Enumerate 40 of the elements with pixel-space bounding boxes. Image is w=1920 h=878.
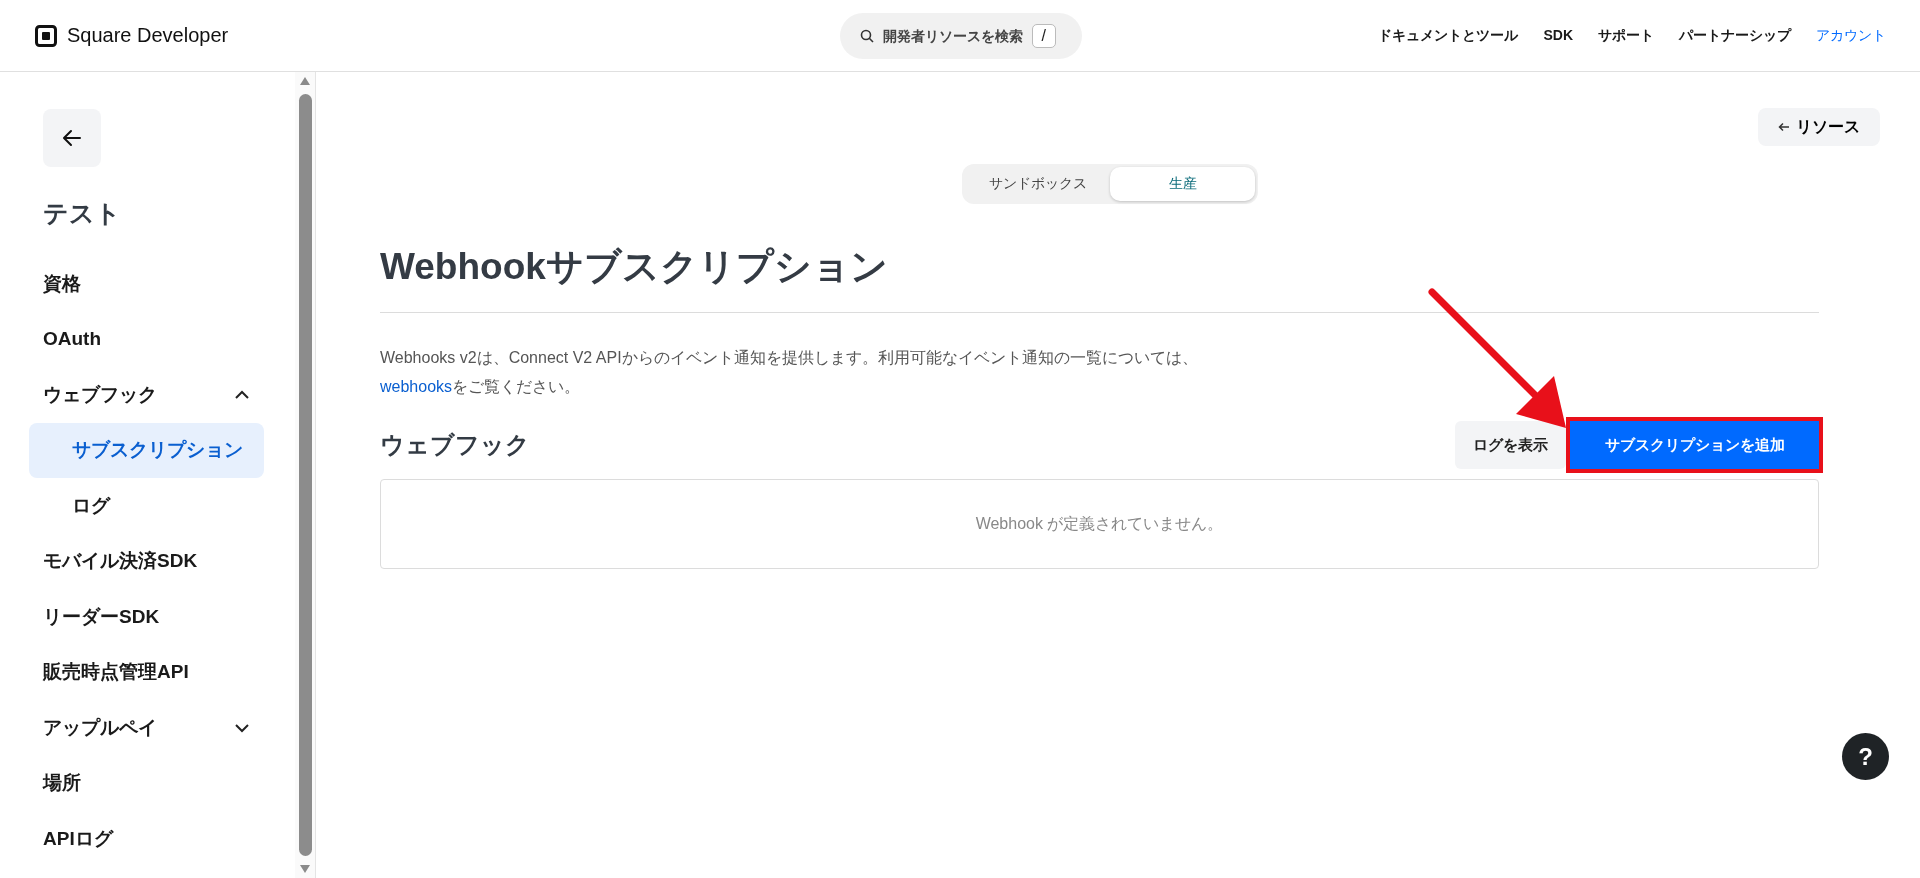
scroll-down-icon[interactable]	[299, 864, 311, 874]
back-button[interactable]	[43, 109, 101, 167]
section-title: ウェブフック	[380, 430, 530, 460]
sidebar-item[interactable]: 資格	[29, 256, 264, 311]
chevron-up-icon	[234, 389, 250, 400]
nav-link[interactable]: サポート	[1598, 26, 1654, 45]
nav-link[interactable]: パートナーシップ	[1679, 26, 1791, 45]
scroll-up-icon[interactable]	[299, 76, 311, 86]
sidebar-subitem[interactable]: ログ	[29, 478, 264, 533]
environment-tab[interactable]: 生産	[1110, 167, 1255, 201]
back-arrow-icon	[62, 129, 82, 147]
square-logo-icon	[35, 24, 57, 47]
sidebar-subitem[interactable]: サブスクリプション	[29, 422, 264, 478]
sidebar-title: テスト	[43, 198, 122, 229]
scrollbar[interactable]	[295, 72, 315, 878]
environment-tab[interactable]: サンドボックス	[965, 167, 1110, 201]
webhooks-link[interactable]: webhooks	[380, 378, 453, 395]
search-input[interactable]: 開発者リソースを検索	[882, 27, 1023, 44]
nav-link[interactable]: アカウント	[1816, 26, 1886, 45]
help-button[interactable]: ?	[1842, 733, 1889, 780]
sidebar-item[interactable]: ウェブフック	[29, 367, 264, 422]
sidebar-item[interactable]: APIログ	[29, 811, 264, 866]
sidebar-item[interactable]: OAuth	[29, 311, 264, 367]
sidebar-item[interactable]: リーダーSDK	[29, 589, 264, 644]
sidebar-item[interactable]: モバイル決済SDK	[29, 533, 264, 589]
shortcut-key: /	[1031, 23, 1056, 48]
resources-button[interactable]: リソース	[1758, 108, 1880, 146]
nav-link[interactable]: SDK	[1543, 26, 1573, 45]
nav-link[interactable]: ドキュメントとツール	[1378, 26, 1519, 45]
empty-message: Webhook が定義されていません。	[975, 513, 1224, 534]
search-icon	[859, 28, 874, 43]
sidebar-item[interactable]: 販売時点管理API	[29, 644, 264, 700]
sidebar-item[interactable]: 場所	[29, 755, 264, 811]
page-title: Webhookサブスクリプション	[380, 242, 1819, 313]
back-arrow-icon	[1778, 122, 1790, 132]
sidebar-item[interactable]: アップルペイ	[29, 700, 264, 755]
chevron-down-icon	[234, 722, 250, 733]
description-text: Webhooks v2は、Connect V2 APIからのイベント通知を提供します。利用可能なイベント通知の一覧については、 webhooksをご覧ください。	[380, 348, 1199, 397]
logo-text[interactable]: Square Developer	[67, 24, 229, 47]
view-logs-button[interactable]: ログを表示	[1455, 421, 1566, 469]
